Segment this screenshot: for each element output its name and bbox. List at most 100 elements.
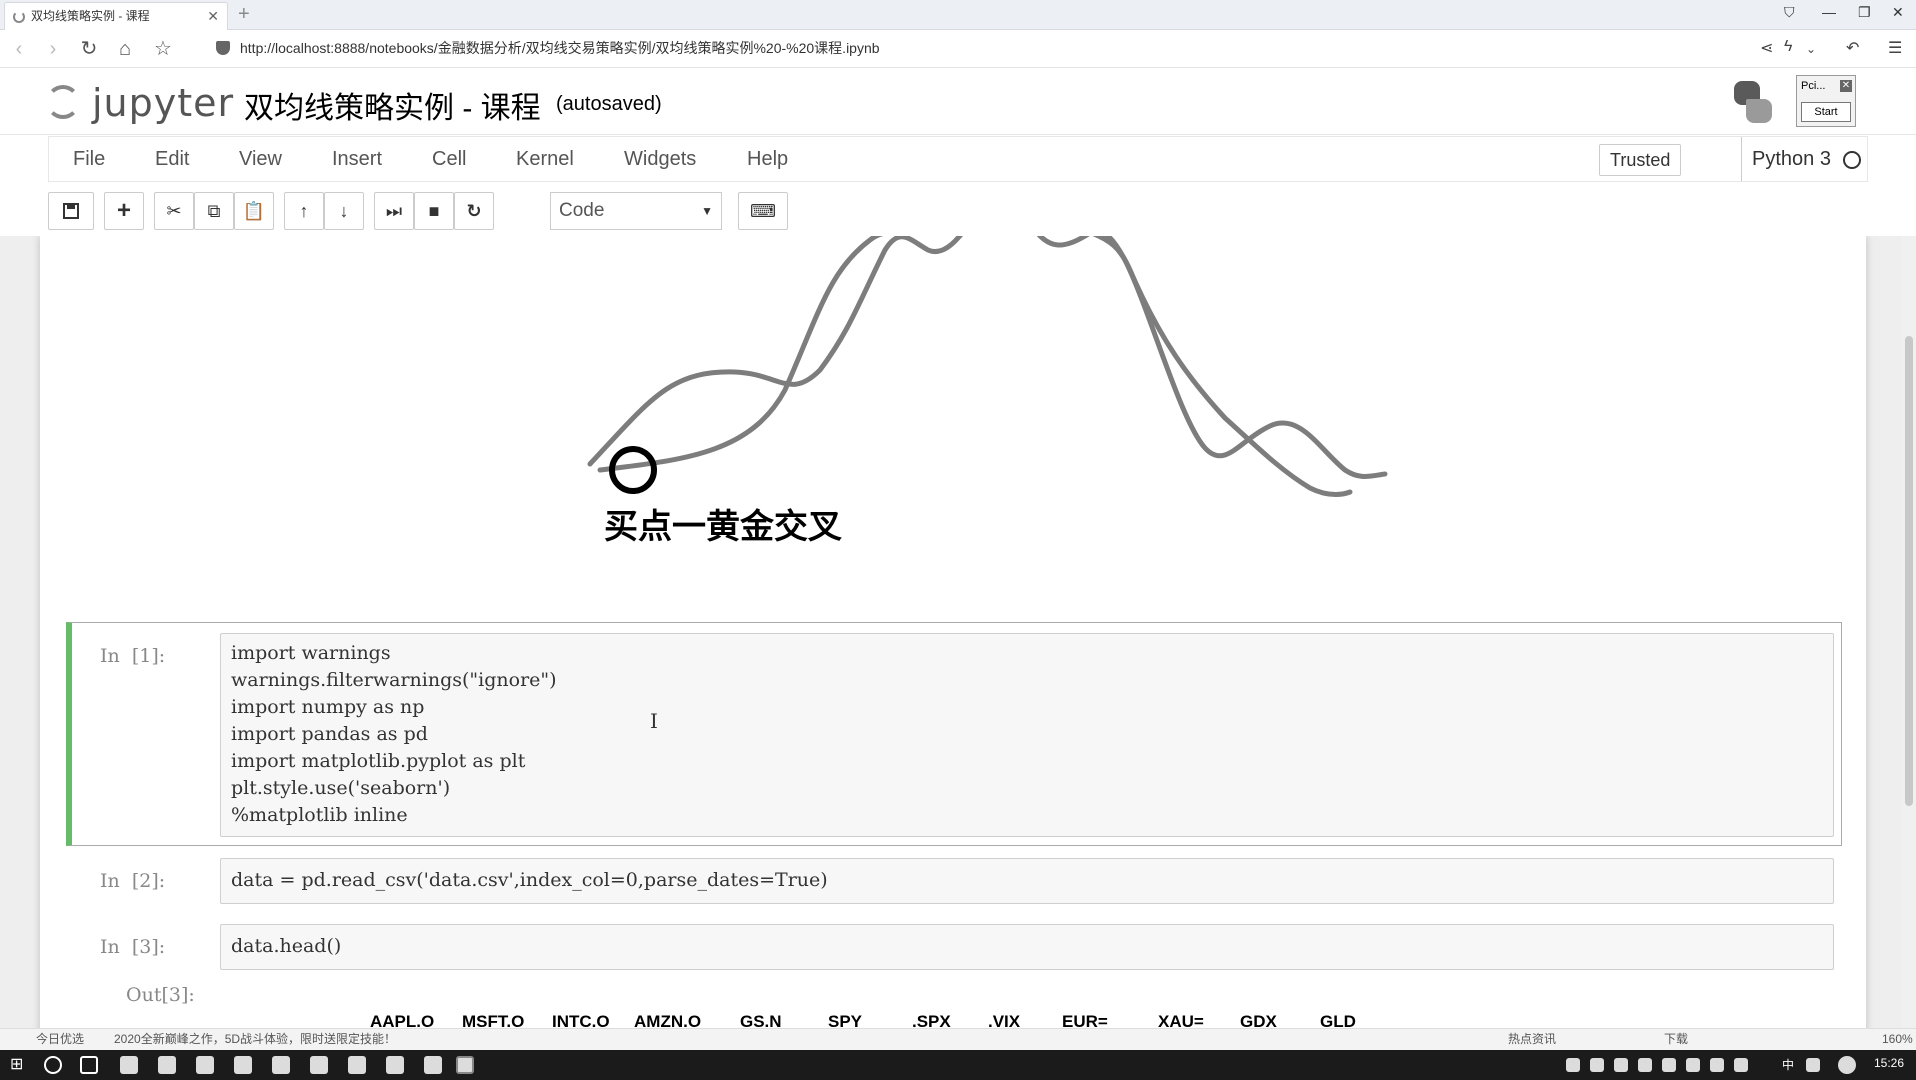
menu-icon[interactable]: ☰ xyxy=(1888,38,1902,58)
url-field[interactable]: http://localhost:8888/notebooks/金融数据分析/双… xyxy=(216,38,880,58)
ime-indicator[interactable]: 中 xyxy=(1782,1056,1794,1073)
save-button[interactable] xyxy=(48,192,94,230)
code-cell-2[interactable]: In [2]: data = pd.read_csv('data.csv',in… xyxy=(66,854,1842,916)
refresh-icon[interactable]: ↻ xyxy=(76,36,102,62)
copy-button[interactable]: ⧉ xyxy=(194,192,234,230)
cell-type-value: Code xyxy=(559,200,605,221)
menu-view[interactable]: View xyxy=(239,137,282,181)
tray-icon[interactable] xyxy=(1686,1058,1700,1072)
tray-icon[interactable] xyxy=(1566,1058,1580,1072)
run-button[interactable]: ⏭ xyxy=(374,192,414,230)
browser-tab[interactable]: 双均线策略实例 - 课程 ✕ xyxy=(4,2,228,30)
code-line: %matplotlib inline xyxy=(231,804,408,826)
clock[interactable]: 15:26 xyxy=(1874,1056,1904,1070)
code-cell-3[interactable]: In [3]: data.head() xyxy=(66,920,1842,982)
cut-button[interactable]: ✂ xyxy=(154,192,194,230)
search-icon[interactable] xyxy=(44,1056,62,1074)
tray-icon[interactable] xyxy=(1662,1058,1676,1072)
code-line: import numpy as np xyxy=(231,696,425,718)
forward-icon[interactable]: › xyxy=(40,36,66,62)
code-input-3[interactable]: data.head() xyxy=(220,924,1834,970)
status-ad[interactable]: 2020全新巅峰之作，5D战斗体验，限时送限定技能！ xyxy=(114,1029,396,1049)
move-up-button[interactable]: ↑ xyxy=(284,192,324,230)
jupyter-logo-text: jupyter xyxy=(92,81,235,125)
network-icon[interactable] xyxy=(1710,1058,1724,1072)
status-zoom[interactable]: 160% xyxy=(1882,1029,1913,1049)
code-input-1[interactable]: import warnings warnings.filterwarnings(… xyxy=(220,633,1834,837)
menu-help[interactable]: Help xyxy=(747,137,788,181)
insert-cell-button[interactable]: + xyxy=(104,192,144,230)
trusted-indicator[interactable]: Trusted xyxy=(1599,144,1682,176)
home-icon[interactable]: ⌂ xyxy=(112,36,138,62)
plus-icon: + xyxy=(116,197,131,224)
url-text: http://localhost:8888/notebooks/金融数据分析/双… xyxy=(240,40,880,56)
minimize-button[interactable]: — xyxy=(1822,4,1836,20)
wechat-icon[interactable] xyxy=(424,1056,442,1074)
status-recommend[interactable]: 今日优选 xyxy=(36,1029,84,1049)
shirt-icon[interactable]: ⛉ xyxy=(1784,4,1795,21)
interrupt-button[interactable]: ■ xyxy=(414,192,454,230)
page-scrollbar[interactable] xyxy=(1902,236,1916,1036)
notification-icon[interactable] xyxy=(1838,1056,1856,1074)
restart-button[interactable]: ↻ xyxy=(454,192,494,230)
active-app-icon[interactable] xyxy=(456,1056,474,1074)
status-news[interactable]: 热点资讯 xyxy=(1508,1029,1556,1049)
tray-icon[interactable] xyxy=(1638,1058,1652,1072)
close-tab-icon[interactable]: ✕ xyxy=(207,3,219,29)
task-view-icon[interactable] xyxy=(80,1056,98,1074)
notebook-title[interactable]: 双均线策略实例 - 课程 xyxy=(244,83,541,127)
app-icon[interactable] xyxy=(120,1056,138,1074)
jupyter-logo-icon xyxy=(46,85,80,119)
back-icon[interactable]: ‹ xyxy=(6,36,32,62)
code-cell-1[interactable]: In [1]: import warnings warnings.filterw… xyxy=(66,622,1842,846)
restore-button[interactable]: ❐ xyxy=(1858,4,1871,21)
app-icon[interactable] xyxy=(310,1056,328,1074)
app-icon[interactable] xyxy=(196,1056,214,1074)
menu-file[interactable]: File xyxy=(73,137,105,181)
dropdown-arrow-icon: ▼ xyxy=(701,204,713,218)
app-icon[interactable] xyxy=(348,1056,366,1074)
recorder-popup: Pci... ✕ Start xyxy=(1796,75,1856,127)
menu-kernel[interactable]: Kernel xyxy=(516,137,574,181)
kernel-idle-icon xyxy=(1843,151,1861,169)
folder-icon[interactable] xyxy=(158,1056,176,1074)
menu-widgets[interactable]: Widgets xyxy=(624,137,696,181)
app-icon[interactable] xyxy=(234,1056,252,1074)
new-tab-button[interactable]: + xyxy=(238,2,250,26)
code-input-2[interactable]: data = pd.read_csv('data.csv',index_col=… xyxy=(220,858,1834,904)
arrow-down-icon: ↓ xyxy=(339,201,349,221)
menu-edit[interactable]: Edit xyxy=(155,137,189,181)
autosave-status: (autosaved) xyxy=(556,93,662,115)
windows-taskbar: ⊞ 中 15:26 xyxy=(0,1050,1916,1080)
tray-icon[interactable] xyxy=(1614,1058,1628,1072)
paste-icon: 📋 xyxy=(242,201,266,221)
volume-icon[interactable] xyxy=(1734,1058,1748,1072)
code-line: plt.style.use('seaborn') xyxy=(231,777,451,799)
notebook-page: 买点一黄金交叉 In [1]: import warnings warnings… xyxy=(40,236,1866,1036)
popup-close-icon[interactable]: ✕ xyxy=(1840,80,1852,92)
close-window-button[interactable]: ✕ xyxy=(1892,4,1904,21)
status-download[interactable]: 下载 xyxy=(1664,1029,1688,1049)
share-icon[interactable]: ⋖ xyxy=(1760,38,1773,58)
restart-icon: ↻ xyxy=(466,201,482,221)
app-icon[interactable] xyxy=(272,1056,290,1074)
app-icon[interactable] xyxy=(386,1056,404,1074)
paste-button[interactable]: 📋 xyxy=(234,192,274,230)
popup-start-button[interactable]: Start xyxy=(1801,102,1851,122)
scrollbar-thumb[interactable] xyxy=(1905,336,1913,806)
tray-icon[interactable] xyxy=(1806,1058,1820,1072)
windows-start-icon[interactable]: ⊞ xyxy=(10,1056,28,1074)
kernel-name[interactable]: Python 3 xyxy=(1741,137,1831,181)
move-down-button[interactable]: ↓ xyxy=(324,192,364,230)
bookmark-star-icon[interactable]: ☆ xyxy=(150,36,176,62)
menu-cell[interactable]: Cell xyxy=(432,137,466,181)
jupyter-logo[interactable]: jupyter xyxy=(46,81,233,125)
cell-type-select[interactable]: Code ▼ xyxy=(550,192,722,230)
undo-icon[interactable]: ↶ xyxy=(1846,38,1859,58)
command-palette-button[interactable]: ⌨ xyxy=(738,192,788,230)
input-prompt-2: In [2]: xyxy=(100,870,166,892)
menu-insert[interactable]: Insert xyxy=(332,137,382,181)
lightning-icon[interactable]: ϟ xyxy=(1784,38,1792,56)
chevron-down-icon[interactable]: ⌄ xyxy=(1806,42,1816,56)
tray-icon[interactable] xyxy=(1590,1058,1604,1072)
